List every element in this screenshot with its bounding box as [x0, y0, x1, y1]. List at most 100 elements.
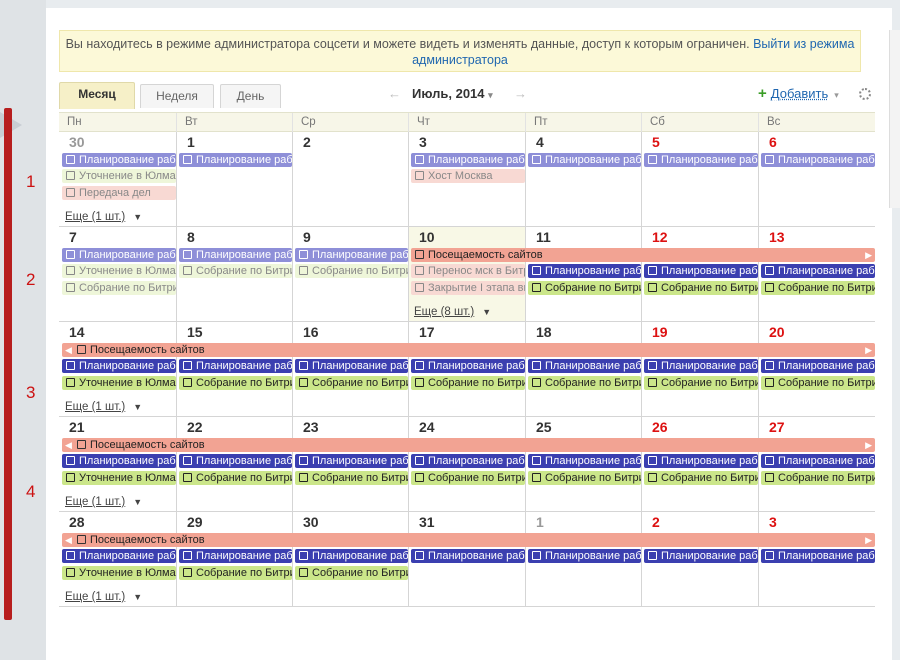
day-number: 26	[652, 419, 668, 435]
event-bar-planning[interactable]: Планирование работ	[528, 153, 641, 167]
event-title: Уточнение в Юлмарт	[79, 265, 176, 277]
event-bar-planning[interactable]: Планирование работ	[411, 153, 525, 167]
event-bar-planning[interactable]: Планирование работ	[761, 359, 875, 373]
event-bar-meeting[interactable]: Собрание по Битрикс	[179, 376, 292, 390]
event-bar-meeting[interactable]: Собрание по Битрикс	[62, 281, 176, 295]
annotation-red-bar	[4, 108, 12, 620]
day-cell[interactable]: 5	[641, 132, 758, 226]
more-events-link[interactable]: Еще (1 шт.) ▼	[65, 591, 142, 603]
day-cell[interactable]: 2	[292, 132, 408, 226]
event-bar-meeting[interactable]: Собрание по Битрикс	[528, 471, 641, 485]
event-title: Собрание по Битрикс	[545, 282, 641, 294]
more-events-link[interactable]: Еще (1 шт.) ▼	[65, 211, 142, 223]
event-bar-planning[interactable]: Планирование работ	[528, 549, 641, 563]
event-bar-planning[interactable]: Планирование работ	[179, 454, 292, 468]
event-bar-planning[interactable]: Планирование работ	[411, 454, 525, 468]
event-bar-planning[interactable]: Планирование работ	[179, 549, 292, 563]
event-bar-attendance[interactable]: ◀ Посещаемость сайтов ▶	[62, 438, 875, 452]
tab-week[interactable]: Неделя	[140, 84, 214, 108]
event-bar-planning[interactable]: Планирование работ	[644, 454, 758, 468]
event-bar-close[interactable]: Закрытие I этапа внедрения	[411, 281, 525, 295]
event-bar-meeting[interactable]: Собрание по Битрикс	[528, 281, 641, 295]
event-bar-meeting[interactable]: Собрание по Битрикс	[761, 281, 875, 295]
person-icon	[66, 456, 75, 465]
event-bar-planning[interactable]: Планирование работ	[62, 248, 176, 262]
event-bar-planning[interactable]: Планирование работ	[644, 264, 758, 278]
event-bar-meeting[interactable]: Собрание по Битрикс	[644, 281, 758, 295]
more-events-link[interactable]: Еще (1 шт.) ▼	[65, 496, 142, 508]
event-bar-planning[interactable]: Планирование работ	[179, 153, 292, 167]
event-title: Планирование работ	[196, 550, 292, 562]
event-bar-planning[interactable]: Планирование работ	[761, 264, 875, 278]
event-bar-planning[interactable]: Планирование работ	[761, 549, 875, 563]
day-cell[interactable]: 4	[525, 132, 641, 226]
gear-icon[interactable]	[859, 88, 871, 100]
event-bar-meeting[interactable]: Собрание по Битрикс	[761, 471, 875, 485]
event-bar-planning[interactable]: Планирование работ	[411, 549, 525, 563]
event-bar-planning[interactable]: Планирование работ	[644, 359, 758, 373]
event-bar-planning[interactable]: Планирование работ	[644, 153, 758, 167]
event-bar-planning[interactable]: Планирование работ	[295, 454, 408, 468]
event-title: Планирование работ	[778, 154, 875, 166]
more-events-text: Еще (1 шт.)	[65, 496, 126, 508]
month-title-caret-icon: ▾	[488, 90, 493, 100]
event-bar-meeting[interactable]: Собрание по Битрикс	[528, 376, 641, 390]
event-bar-planning[interactable]: Планирование работ	[62, 153, 176, 167]
month-title[interactable]: Июль, 2014 ▾	[412, 82, 493, 107]
add-event-button[interactable]: + Добавить ▾	[758, 82, 839, 106]
event-bar-host[interactable]: Хост Москва	[411, 169, 525, 183]
event-bar-planning[interactable]: Планирование работ	[295, 359, 408, 373]
event-bar-meeting[interactable]: Собрание по Битрикс	[295, 376, 408, 390]
day-cell[interactable]: 6	[758, 132, 875, 226]
event-bar-attendance[interactable]: Посещаемость сайтов ▶	[411, 248, 875, 262]
event-bar-meeting[interactable]: Собрание по Битрикс	[644, 376, 758, 390]
event-bar-planning[interactable]: Планирование работ	[62, 359, 176, 373]
event-title: Планирование работ	[312, 455, 408, 467]
event-bar-move[interactable]: Перенос мск в Битрикс	[411, 264, 525, 278]
event-bar-meeting[interactable]: Собрание по Битрикс	[411, 471, 525, 485]
event-bar-clarify[interactable]: Уточнение в Юлмарт	[62, 566, 176, 580]
event-bar-handover[interactable]: Передача дел	[62, 186, 176, 200]
event-bar-meeting[interactable]: Собрание по Битрикс	[295, 566, 408, 580]
event-bar-planning[interactable]: Планирование работ	[179, 248, 292, 262]
event-bar-planning[interactable]: Планирование работ	[295, 248, 408, 262]
event-bar-clarify[interactable]: Уточнение в Юлмарт	[62, 471, 176, 485]
event-bar-planning[interactable]: Планирование работ	[62, 549, 176, 563]
day-cell[interactable]: 1	[176, 132, 292, 226]
person-icon	[299, 456, 308, 465]
event-bar-planning[interactable]: Планирование работ	[528, 359, 641, 373]
task-checkbox-icon	[415, 171, 424, 180]
event-bar-clarify[interactable]: Уточнение в Юлмарт	[62, 264, 176, 278]
event-bar-attendance[interactable]: ◀ Посещаемость сайтов ▶	[62, 343, 875, 357]
event-bar-meeting[interactable]: Собрание по Битрикс	[295, 471, 408, 485]
more-events-link[interactable]: Еще (8 шт.) ▼	[414, 306, 491, 318]
event-bar-planning[interactable]: Планирование работ	[761, 454, 875, 468]
event-bar-planning[interactable]: Планирование работ	[528, 264, 641, 278]
event-bar-clarify[interactable]: Уточнение в Юлмарт	[62, 376, 176, 390]
tab-month[interactable]: Месяц	[59, 82, 135, 109]
event-bar-planning[interactable]: Планирование работ	[411, 359, 525, 373]
event-bar-planning[interactable]: Планирование работ	[761, 153, 875, 167]
event-bar-meeting[interactable]: Собрание по Битрикс	[179, 566, 292, 580]
next-month-arrow-icon[interactable]: →	[514, 82, 527, 106]
event-bar-meeting[interactable]: Собрание по Битрикс	[295, 264, 408, 278]
more-events-link[interactable]: Еще (1 шт.) ▼	[65, 401, 142, 413]
event-bar-planning[interactable]: Планирование работ	[295, 549, 408, 563]
event-title: Планирование работ	[778, 455, 875, 467]
person-icon	[648, 155, 657, 164]
event-bar-planning[interactable]: Планирование работ	[528, 454, 641, 468]
task-checkbox-icon	[66, 188, 75, 197]
event-bar-meeting[interactable]: Собрание по Битрикс	[761, 376, 875, 390]
event-bar-planning[interactable]: Планирование работ	[179, 359, 292, 373]
event-bar-planning[interactable]: Планирование работ	[644, 549, 758, 563]
event-bar-meeting[interactable]: Собрание по Битрикс	[644, 471, 758, 485]
event-bar-clarify[interactable]: Уточнение в Юлмарт	[62, 169, 176, 183]
event-bar-meeting[interactable]: Собрание по Битрикс	[179, 471, 292, 485]
add-caret-icon[interactable]: ▾	[834, 90, 839, 100]
event-bar-meeting[interactable]: Собрание по Битрикс	[411, 376, 525, 390]
event-bar-planning[interactable]: Планирование работ	[62, 454, 176, 468]
prev-month-arrow-icon[interactable]: ←	[388, 82, 401, 106]
event-bar-attendance[interactable]: ◀ Посещаемость сайтов ▶	[62, 533, 875, 547]
tab-day[interactable]: День	[220, 84, 281, 108]
event-bar-meeting[interactable]: Собрание по Битрикс	[179, 264, 292, 278]
